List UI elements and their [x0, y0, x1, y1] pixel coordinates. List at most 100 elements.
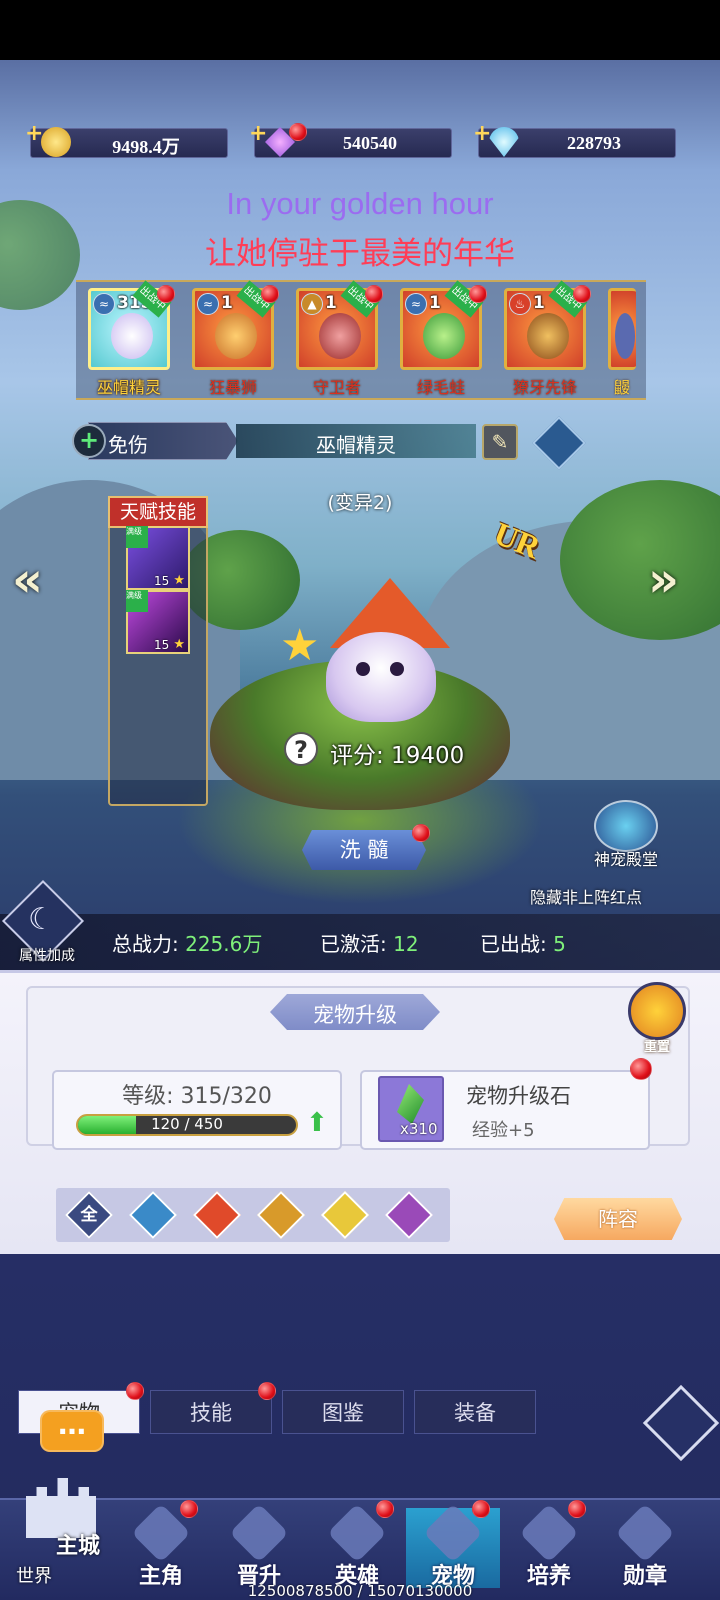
fire-element-icon: ♨	[509, 293, 531, 315]
pet-name-label: 绿毛蛙	[416, 378, 465, 397]
pet-eye	[390, 662, 404, 676]
pet-level: 1	[429, 293, 441, 313]
pet-name-label: 巫帽精灵	[96, 378, 161, 397]
pet-portrait	[319, 313, 361, 359]
reset-label: 重置	[643, 1040, 670, 1055]
diamond-currency[interactable]: + 228793	[473, 121, 676, 158]
red-dot-icon	[472, 1500, 490, 1518]
water-element-icon: ≈	[405, 293, 427, 315]
previous-pet-arrow-icon[interactable]: «	[12, 552, 43, 608]
pet-model[interactable]	[326, 632, 436, 722]
filter-all-label: 全	[80, 1205, 98, 1225]
rename-button[interactable]: ✎	[482, 424, 518, 460]
server-exp-counter: 12500878500 / 15070130000	[247, 1582, 473, 1600]
pet-card-fang[interactable]: ♨ 1 出战中	[504, 280, 591, 370]
gold-currency[interactable]: + 9498.4万	[25, 121, 228, 158]
activated-label: 已激活:	[320, 932, 387, 956]
deployed-count: 已出战: 5	[480, 928, 566, 957]
reset-button[interactable]	[628, 982, 686, 1040]
nav-pet[interactable]: 宠物	[406, 1500, 500, 1589]
next-pet-arrow-icon[interactable]: »	[648, 552, 679, 608]
pet-card-wizard[interactable]: ≈ 315 出战中	[88, 280, 175, 370]
red-dot-icon	[180, 1500, 198, 1518]
total-power: 总战力: 225.6万	[112, 928, 262, 957]
activated-value: 12	[393, 932, 419, 956]
max-level-tag: 满级	[126, 590, 148, 612]
pet-card-frog[interactable]: ≈ 1 出战中	[400, 280, 487, 370]
main-city-label: 主城	[56, 1534, 101, 1559]
hide-redpoint-toggle[interactable]: 隐藏非上阵红点	[530, 884, 642, 908]
red-dot-icon	[126, 1382, 144, 1400]
deployed-label: 已出战:	[480, 932, 547, 956]
max-level-tag: 满级	[126, 526, 148, 548]
red-dot-icon	[365, 285, 383, 303]
pet-eye	[356, 662, 370, 676]
talent-skills-title: 天赋技能	[108, 496, 208, 528]
skill-level: 15	[154, 574, 170, 588]
temple-icon[interactable]	[594, 800, 658, 852]
red-dot-icon	[573, 285, 591, 303]
level-text: 等级: 315/320	[122, 1084, 272, 1109]
nav-promote[interactable]: 晋升	[212, 1503, 306, 1589]
nav-heroes[interactable]: 英雄	[310, 1500, 404, 1589]
earth-element-icon: ▲	[301, 293, 323, 315]
banner-line-2: 让她停驻于最美的年华	[205, 236, 515, 271]
star-icon: ★	[173, 573, 185, 588]
diamond-icon	[489, 127, 519, 157]
water-element-icon: ≈	[197, 293, 219, 315]
wash-marrow-button[interactable]: 洗 髓	[302, 830, 426, 870]
total-power-label: 总战力:	[112, 932, 179, 956]
pet-card-lion[interactable]: ≈ 1 出战中	[192, 280, 279, 370]
temple-label: 神宠殿堂	[593, 850, 658, 869]
add-icon[interactable]: +	[249, 121, 267, 146]
red-dot-icon	[630, 1058, 652, 1080]
effect-label: 免伤	[108, 433, 148, 457]
pet-card-guardian[interactable]: ▲ 1 出战中	[296, 280, 383, 370]
chat-bubble-icon[interactable]: …	[40, 1410, 104, 1452]
red-dot-icon	[157, 285, 175, 303]
tab-codex[interactable]: 图鉴	[282, 1390, 404, 1434]
gold-coin-icon	[41, 127, 71, 157]
gem-value: 540540	[343, 133, 397, 153]
pet-level: 1	[533, 293, 545, 313]
plus-effect-icon: +	[72, 424, 106, 458]
talent-skill-2[interactable]: 满级 15 ★	[126, 590, 190, 654]
pet-portrait	[423, 313, 465, 359]
stone-exp: 经验+5	[472, 1120, 535, 1141]
gold-value: 9498.4万	[112, 137, 180, 157]
red-dot-icon	[261, 285, 279, 303]
talent-skill-1[interactable]: 满级 15 ★	[126, 526, 190, 590]
banner-line-1: In your golden hour	[226, 186, 494, 221]
tab-skill[interactable]: 技能	[150, 1390, 272, 1434]
skill-level: 15	[154, 638, 170, 652]
help-icon[interactable]: ?	[284, 732, 318, 766]
level-up-arrow-icon[interactable]: ⬆	[306, 1108, 328, 1138]
stone-count: x310	[400, 1120, 438, 1138]
diamond-value: 228793	[567, 133, 621, 153]
red-dot-icon	[376, 1500, 394, 1518]
red-dot-icon	[469, 285, 487, 303]
nav-cultivate[interactable]: 培养	[502, 1500, 596, 1589]
add-icon[interactable]: +	[473, 121, 491, 146]
water-element-icon: ≈	[93, 293, 115, 315]
red-dot-icon	[568, 1500, 586, 1518]
star-icon: ★	[173, 637, 185, 652]
upgrade-title: 宠物升级	[313, 1003, 397, 1027]
pet-portrait	[111, 313, 153, 359]
tab-equipment[interactable]: 装备	[414, 1390, 536, 1434]
gem-currency[interactable]: + 540540	[249, 121, 452, 158]
pet-name-label: 獠牙先锋	[512, 378, 577, 397]
nav-medal[interactable]: 勋章	[598, 1503, 692, 1589]
moon-icon: ☾	[28, 902, 55, 937]
pet-card-partial[interactable]	[608, 288, 636, 370]
feather-pen-icon: ✎	[491, 430, 509, 454]
nav-hero[interactable]: 主角	[114, 1500, 208, 1589]
red-dot-icon	[258, 1382, 276, 1400]
attribute-bonus-label: 属性加成	[19, 948, 75, 964]
pet-level: 1	[221, 293, 233, 313]
total-power-value: 225.6万	[185, 932, 263, 956]
promote-icon	[229, 1503, 289, 1563]
lineup-button[interactable]: 阵容	[554, 1198, 682, 1240]
pet-name: 巫帽精灵	[316, 433, 396, 457]
pet-name-label: 鼹	[613, 378, 630, 397]
